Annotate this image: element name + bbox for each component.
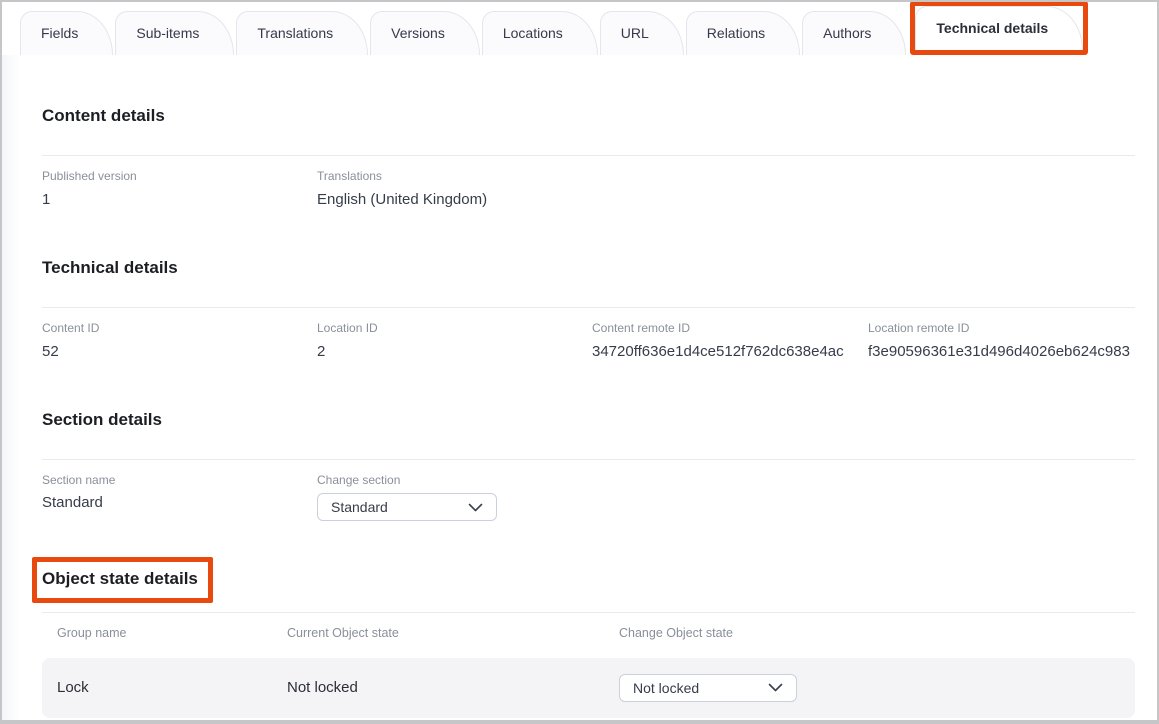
field-label: Location ID [317,321,591,335]
divider [42,307,1135,308]
field-value: English (United Kingdom) [317,190,591,210]
tab-fields[interactable]: Fields [20,11,113,55]
field-translations: Translations English (United Kingdom) [317,169,591,210]
field-location-id: Location ID 2 [317,321,591,362]
object-state-table-header: Group name Current Object state Change O… [42,626,1135,640]
divider [42,612,1135,613]
field-value: 1 [42,190,316,210]
field-value: 52 [42,342,316,362]
current-object-state-cell: Not locked [287,679,619,696]
group-name-cell: Lock [57,679,287,696]
tab-bar: Fields Sub-items Translations Versions L… [2,2,1157,55]
section-details-fields: Section name Standard Change section Sta… [42,473,1135,521]
chevron-down-icon [768,683,783,692]
field-section-name: Section name Standard [42,473,316,521]
field-value: 2 [317,342,591,362]
field-content-id: Content ID 52 [42,321,316,362]
annotation-box-object-state-details: Object state details [32,557,213,602]
field-content-remote-id: Content remote ID 34720ff636e1d4ce512f76… [592,321,867,362]
technical-details-title: Technical details [42,257,1135,278]
tab-versions[interactable]: Versions [370,11,480,55]
field-label: Translations [317,169,591,183]
section-details-title: Section details [42,409,1135,430]
tab-url[interactable]: URL [600,11,684,55]
column-header-current-object-state: Current Object state [287,626,619,640]
field-value: 34720ff636e1d4ce512f762dc638e4ac [592,342,867,362]
section-content-details: Content details Published version 1 Tran… [42,105,1135,210]
divider [42,459,1135,460]
chevron-down-icon [468,503,483,512]
change-object-state-cell: Not locked [619,674,1135,702]
technical-details-fields: Content ID 52 Location ID 2 Content remo… [42,321,1135,362]
change-section-select[interactable]: Standard [317,493,497,521]
column-header-group-name: Group name [57,626,287,640]
tab-authors[interactable]: Authors [802,11,906,55]
content-area: Content details Published version 1 Tran… [2,55,1157,718]
tab-technical-details[interactable]: Technical details [915,6,1083,50]
tab-relations[interactable]: Relations [686,11,800,55]
select-value: Not locked [633,680,699,696]
field-label: Section name [42,473,316,487]
field-label: Published version [42,169,316,183]
field-change-section: Change section Standard [317,473,591,521]
tab-sub-items[interactable]: Sub-items [115,11,234,55]
field-value: f3e90596361e31d496d4026eb624c983 [868,342,1135,362]
content-details-fields: Published version 1 Translations English… [42,169,1135,210]
change-object-state-select[interactable]: Not locked [619,674,797,702]
select-value: Standard [331,499,388,515]
table-row: Lock Not locked Not locked [42,658,1135,718]
content-details-title: Content details [42,105,1135,126]
object-state-details-title: Object state details [42,568,198,589]
section-object-state-details: Object state details Group name Current … [42,557,1135,717]
tab-locations[interactable]: Locations [482,11,598,55]
column-header-change-object-state: Change Object state [619,626,1135,640]
field-label: Content remote ID [592,321,867,335]
tab-translations[interactable]: Translations [236,11,368,55]
divider [42,155,1135,156]
section-technical-details: Technical details Content ID 52 Location… [42,257,1135,362]
technical-details-page: Fields Sub-items Translations Versions L… [0,0,1159,724]
section-section-details: Section details Section name Standard Ch… [42,409,1135,522]
field-value: Standard [42,493,316,513]
field-location-remote-id: Location remote ID f3e90596361e31d496d40… [868,321,1135,362]
field-label: Location remote ID [868,321,1135,335]
annotation-box-technical-details-tab: Technical details [910,1,1088,55]
field-published-version: Published version 1 [42,169,316,210]
field-label: Content ID [42,321,316,335]
field-label: Change section [317,473,591,487]
